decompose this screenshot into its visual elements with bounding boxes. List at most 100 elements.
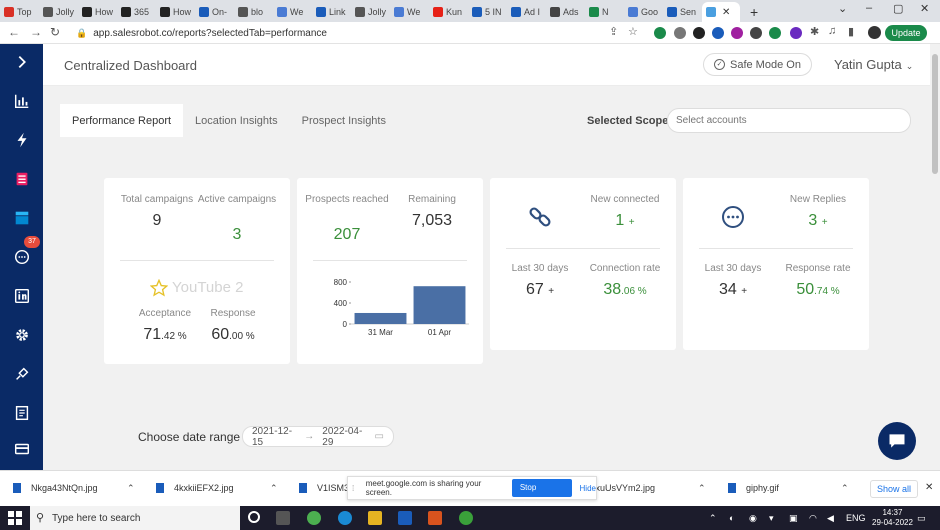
safe-mode-button[interactable]: ✓ Safe Mode On (703, 53, 812, 76)
update-button[interactable]: Update (885, 25, 927, 41)
forward-icon[interactable]: → (30, 25, 42, 39)
close-tab-icon[interactable]: ✕ (722, 7, 730, 18)
browser-tab[interactable]: Kun (429, 2, 468, 22)
share-icon[interactable]: ⇪ (609, 25, 618, 38)
integrations-plug-icon[interactable] (12, 364, 32, 384)
edge-icon[interactable] (338, 511, 352, 525)
url-field[interactable]: 🔒 app.salesrobot.co/reports?selectedTab=… (70, 24, 650, 42)
campaign-list-icon[interactable] (12, 169, 32, 189)
billing-card-icon[interactable] (12, 439, 32, 459)
chrome-icon[interactable] (307, 511, 321, 525)
usb-icon[interactable]: ▾ (769, 513, 774, 524)
clock[interactable]: 14:37 29-04-2022 (872, 508, 913, 528)
maximize-icon[interactable]: ▢ (893, 2, 903, 15)
close-icon[interactable]: ✕ (925, 482, 933, 493)
browser-tab[interactable]: Link (312, 2, 351, 22)
date-range-picker[interactable]: 2021-12-15 → 2022-04-29 ▭ (242, 426, 394, 448)
volume-icon[interactable]: ◀ (827, 513, 834, 524)
download-item[interactable]: 4kxkiiEFX2.jpg (156, 483, 234, 493)
tab-performance-report[interactable]: Performance Report (60, 104, 184, 137)
tab-prospect-insights[interactable]: Prospect Insights (290, 104, 398, 137)
browser-tab[interactable]: 5 IN (468, 2, 507, 22)
chart-bar[interactable] (413, 286, 466, 324)
file-explorer-icon[interactable] (368, 511, 382, 525)
media-icon[interactable]: ♫ (828, 25, 836, 37)
browser-tab[interactable]: blo (234, 2, 273, 22)
expand-chevron-icon[interactable] (12, 52, 32, 72)
chart-bar[interactable] (354, 312, 407, 324)
tray-icon[interactable]: ◐ (729, 513, 734, 523)
tab-location-insights[interactable]: Location Insights (183, 104, 290, 137)
extension-icon[interactable] (769, 27, 781, 39)
chevron-up-icon[interactable]: ⌃ (709, 513, 717, 524)
extension-icon[interactable] (731, 27, 743, 39)
extensions-puzzle-icon[interactable]: ✱ (810, 25, 819, 38)
drag-handle-icon[interactable]: ⁞ (352, 484, 362, 493)
support-chat-button[interactable] (878, 422, 916, 460)
chevron-up-icon[interactable]: ⌃ (841, 483, 849, 494)
extension-icon[interactable] (693, 27, 705, 39)
browser-tab[interactable]: Goo (624, 2, 663, 22)
show-all-button[interactable]: Show all (870, 480, 919, 498)
extension-icon[interactable] (750, 27, 762, 39)
bar-chart-icon[interactable] (12, 91, 32, 111)
browser-tab[interactable]: We (273, 2, 312, 22)
extension-icon[interactable] (654, 27, 666, 39)
hide-button[interactable]: Hide (580, 484, 596, 493)
mail-icon[interactable] (398, 511, 412, 525)
lightning-icon[interactable] (12, 130, 32, 150)
browser-tab[interactable]: Top (0, 2, 39, 22)
browser-tab[interactable]: ✕ (702, 2, 740, 22)
side-panel-icon[interactable]: ▮ (848, 25, 854, 38)
cortana-icon[interactable] (248, 511, 260, 523)
download-item[interactable]: giphy.gif (728, 483, 779, 493)
extension-icon[interactable] (674, 27, 686, 39)
profile-avatar[interactable] (868, 26, 881, 39)
browser-tab[interactable]: Jolly (39, 2, 78, 22)
messages-icon[interactable] (12, 247, 32, 267)
stop-sharing-button[interactable]: Stop sharing (511, 479, 572, 510)
download-item[interactable]: Nkga43NtQn.jpg (13, 483, 98, 493)
browser-tab[interactable]: On- (195, 2, 234, 22)
language-indicator[interactable]: ENG (846, 513, 866, 523)
task-view-icon[interactable] (276, 511, 290, 525)
browser-tab[interactable]: Sen (663, 2, 702, 22)
windows-start-icon[interactable] (8, 511, 22, 525)
browser-tab[interactable]: How (78, 2, 117, 22)
browser-tab[interactable]: We (390, 2, 429, 22)
app-icon[interactable] (459, 511, 473, 525)
lock-icon: 🔒 (76, 27, 88, 38)
reload-icon[interactable]: ↻ (50, 25, 60, 39)
bookmark-star-icon[interactable]: ☆ (628, 25, 638, 38)
extension-icon[interactable] (712, 27, 724, 39)
tray-icon[interactable]: ▣ (789, 513, 798, 524)
browser-tab[interactable]: Ad I (507, 2, 546, 22)
browser-tab[interactable]: 365 (117, 2, 156, 22)
page-scrollbar[interactable] (930, 44, 940, 470)
office-icon[interactable] (428, 511, 442, 525)
chevron-up-icon[interactable]: ⌃ (270, 483, 278, 494)
select-accounts-input[interactable] (667, 108, 911, 133)
reports-document-icon[interactable] (12, 403, 32, 423)
user-menu[interactable]: Yatin Gupta ⌄ (834, 57, 913, 72)
back-icon[interactable]: ← (8, 25, 20, 39)
browser-tab[interactable]: How (156, 2, 195, 22)
minimize-icon[interactable]: – (866, 2, 872, 14)
network-icon[interactable]: ◠ (809, 513, 817, 524)
linkedin-icon[interactable] (12, 286, 32, 306)
board-icon[interactable] (12, 208, 32, 228)
notifications-icon[interactable]: ▭ (917, 513, 926, 524)
browser-tab[interactable]: Ads (546, 2, 585, 22)
taskbar-search-input[interactable]: ⚲ Type here to search (30, 506, 240, 530)
chevron-up-icon[interactable]: ⌃ (127, 483, 135, 494)
settings-gear-icon[interactable] (12, 325, 32, 345)
chevron-up-icon[interactable]: ⌃ (698, 483, 706, 494)
scrollbar-thumb[interactable] (932, 54, 938, 174)
new-tab-icon[interactable]: + (740, 2, 768, 22)
close-window-icon[interactable]: ✕ (920, 2, 929, 15)
collapse-tabs-icon[interactable]: ⌄ (838, 2, 847, 15)
browser-tab[interactable]: N (585, 2, 624, 22)
browser-tab[interactable]: Jolly (351, 2, 390, 22)
extension-icon[interactable] (790, 27, 802, 39)
tray-icon[interactable]: ◉ (749, 513, 757, 524)
